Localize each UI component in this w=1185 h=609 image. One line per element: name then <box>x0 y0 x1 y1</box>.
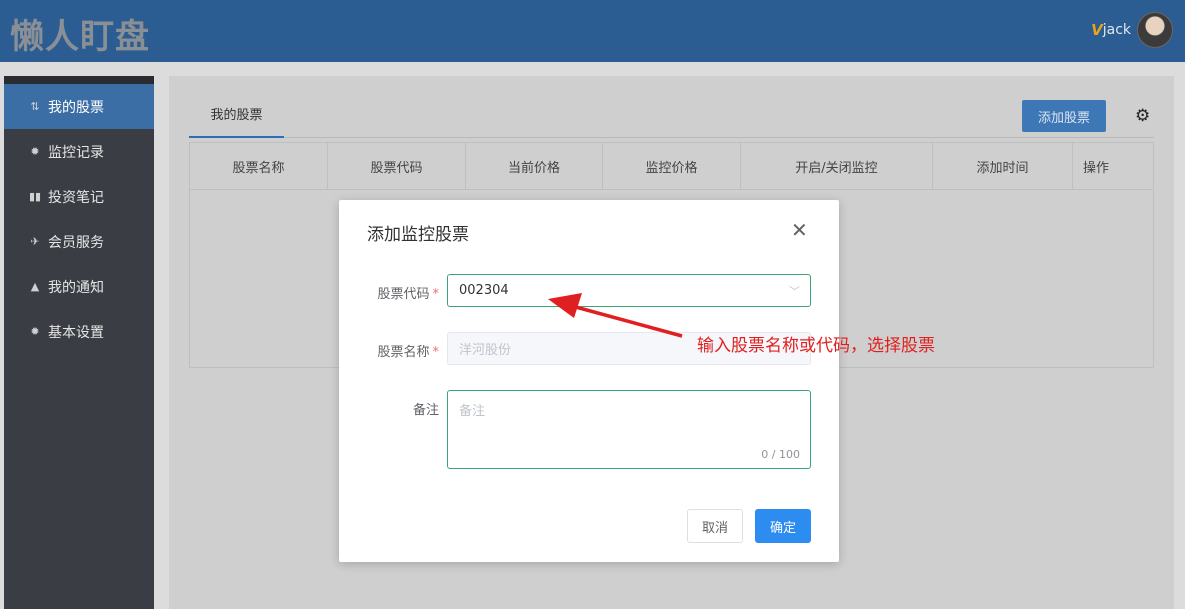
dialog-title: 添加监控股票 <box>367 225 469 245</box>
column-header: 添加时间 <box>933 143 1073 189</box>
sidebar-item-monitor-records[interactable]: ✹ 监控记录 <box>4 129 154 174</box>
sidebar-item-basic-settings[interactable]: ✹ 基本设置 <box>4 309 154 354</box>
column-header: 股票代码 <box>328 143 466 189</box>
add-monitor-dialog: 添加监控股票 ✕ 股票代码 * 002304 ﹀ 股票名称 * 洋河股份 备注 备注… <box>339 200 839 562</box>
column-header: 当前价格 <box>466 143 603 189</box>
close-icon[interactable]: ✕ <box>791 218 808 242</box>
sidebar-item-label: 监控记录 <box>48 144 104 161</box>
user-info[interactable]: V jack <box>1091 12 1173 48</box>
sidebar-item-label: 我的通知 <box>48 279 104 296</box>
stock-name-label: 股票名称 * <box>339 341 439 360</box>
column-header: 监控价格 <box>603 143 741 189</box>
tab-my-stocks[interactable]: 我的股票 <box>189 98 284 138</box>
avatar[interactable] <box>1137 12 1173 48</box>
note-counter: 0 / 100 <box>761 448 800 461</box>
column-header: 开启/关闭监控 <box>741 143 933 189</box>
sidebar-item-investment-notes[interactable]: ▮▮ 投资笔记 <box>4 174 154 219</box>
stock-code-select[interactable]: 002304 ﹀ <box>447 274 811 307</box>
sidebar-item-membership[interactable]: ✈ 会员服务 <box>4 219 154 264</box>
stock-name-value: 洋河股份 <box>459 343 512 358</box>
sidebar-item-label: 会员服务 <box>48 234 104 251</box>
stock-name-label-text: 股票名称 <box>377 345 430 360</box>
sliders-icon: ⇅ <box>30 100 40 113</box>
vip-badge: V <box>1091 21 1103 39</box>
plane-icon: ✈ <box>30 235 40 248</box>
tab-bar: 我的股票 <box>189 98 1154 138</box>
chevron-down-icon: ﹀ <box>789 285 800 298</box>
required-mark: * <box>432 287 440 302</box>
cancel-button[interactable]: 取消 <box>687 509 743 543</box>
sidebar-item-label: 基本设置 <box>48 324 104 341</box>
top-header: 懒人盯盘 V jack <box>0 0 1185 62</box>
book-icon: ▮▮ <box>28 190 42 203</box>
stock-code-label-text: 股票代码 <box>377 287 430 302</box>
stock-code-value: 002304 <box>459 283 509 298</box>
stock-code-label: 股票代码 * <box>339 283 439 302</box>
annotation-text: 输入股票名称或代码，选择股票 <box>697 336 935 356</box>
gear-icon[interactable]: ⚙ <box>1135 106 1150 126</box>
sidebar: ⇅ 我的股票 ✹ 监控记录 ▮▮ 投资笔记 ✈ 会员服务 ▲ 我的通知 ✹ 基本… <box>4 76 154 609</box>
sidebar-item-my-stocks[interactable]: ⇅ 我的股票 <box>4 84 154 129</box>
sidebar-item-label: 我的股票 <box>48 99 104 116</box>
confirm-button[interactable]: 确定 <box>755 509 811 543</box>
column-header: 操作 <box>1083 160 1110 176</box>
column-header: 股票名称 <box>190 143 328 189</box>
app-logo: 懒人盯盘 <box>10 17 150 57</box>
table-header: 股票名称 股票代码 当前价格 监控价格 开启/关闭监控 添加时间 操作 <box>190 143 1153 190</box>
username[interactable]: jack <box>1103 22 1131 38</box>
gear-icon: ✹ <box>30 145 40 158</box>
required-mark: * <box>432 345 440 360</box>
add-stock-button[interactable]: 添加股票 <box>1022 100 1106 132</box>
note-placeholder: 备注 <box>459 404 486 419</box>
sidebar-item-notifications[interactable]: ▲ 我的通知 <box>4 264 154 309</box>
note-label: 备注 <box>412 403 439 418</box>
note-textarea[interactable]: 备注 0 / 100 <box>447 390 811 469</box>
sidebar-item-label: 投资笔记 <box>48 189 104 206</box>
bell-icon: ▲ <box>30 280 40 293</box>
gear-icon: ✹ <box>30 325 40 338</box>
